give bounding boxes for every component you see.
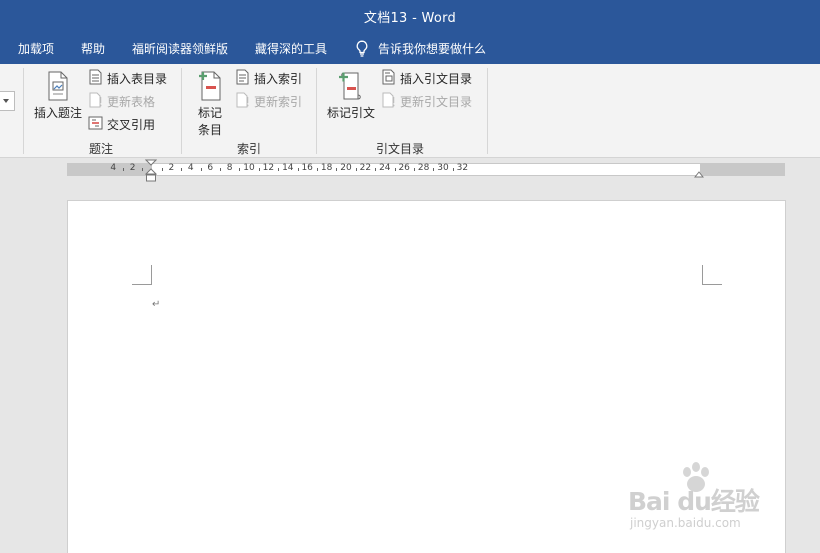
update-index-icon (235, 92, 250, 111)
ribbon-tabs: 加载项 帮助 福昕阅读器领鲜版 藏得深的工具 告诉我你想要做什么 (0, 32, 820, 64)
insert-index-icon (235, 69, 250, 88)
group-label-captions: 题注 (89, 142, 114, 156)
ruler-tick (181, 168, 183, 171)
right-indent-marker[interactable] (694, 166, 704, 178)
ruler-tick (394, 168, 396, 171)
margin-corner-top-right (702, 265, 722, 285)
update-toa-icon (381, 92, 396, 111)
ruler-tick (122, 168, 124, 171)
update-table-icon (88, 92, 103, 111)
ruler-label: 28 (417, 163, 430, 173)
word-window: 文档13 - Word 加载项 帮助 福昕阅读器领鲜版 藏得深的工具 告诉我你想… (0, 0, 820, 553)
insert-table-of-figures-label: 插入表目录 (107, 71, 168, 86)
horizontal-ruler[interactable]: 4 2 2 4 6 8 10 12 14 16 18 20 22 24 26 28 30 32 (67, 163, 785, 176)
update-table-label: 更新表格 (107, 94, 156, 109)
tab-help[interactable]: 帮助 (81, 40, 105, 57)
cross-reference-button[interactable]: 交叉引用 (88, 114, 155, 134)
ruler-label: 4 (187, 163, 194, 173)
style-dropdown[interactable] (0, 91, 15, 111)
paragraph-mark: ↵ (152, 299, 161, 310)
ruler-tick (336, 168, 338, 171)
insert-caption-icon (32, 70, 84, 102)
mark-citation-icon (324, 70, 378, 102)
update-table-button[interactable]: 更新表格 (88, 91, 155, 111)
update-index-label: 更新索引 (254, 94, 303, 109)
mark-entry-label-line1: 标记 (197, 106, 222, 120)
ruler-label: 18 (320, 163, 333, 173)
ruler-tick (433, 168, 435, 171)
ruler-label: 32 (456, 163, 469, 173)
update-index-button[interactable]: 更新索引 (235, 91, 302, 111)
ruler-tick (297, 168, 299, 171)
mark-citation-label: 标记引文 (326, 106, 375, 120)
watermark-brand: Bai du经验 (628, 487, 760, 516)
ruler-tick (258, 168, 260, 171)
tell-me-label: 告诉我你想要做什么 (378, 41, 487, 56)
ruler-label: 30 (437, 163, 449, 173)
mark-entry-icon (190, 70, 230, 102)
insert-index-button[interactable]: 插入索引 (235, 68, 302, 88)
ruler-tick (142, 168, 144, 171)
insert-caption-label: 插入题注 (33, 106, 82, 120)
insert-index-label: 插入索引 (254, 71, 303, 86)
mark-entry-button[interactable]: 标记 条目 (190, 70, 230, 138)
ruler-label: 16 (301, 163, 313, 173)
ruler-tick (219, 168, 221, 171)
ruler-label: 20 (340, 163, 352, 173)
first-line-indent-marker[interactable] (145, 159, 157, 185)
lightbulb-icon (355, 40, 369, 57)
group-separator (316, 68, 317, 154)
ruler-label: 6 (207, 163, 214, 173)
mark-citation-button[interactable]: 标记引文 (324, 70, 378, 121)
ruler-tick (316, 168, 318, 171)
table-of-figures-icon (88, 69, 103, 88)
ruler-label: 12 (262, 163, 275, 173)
baidu-watermark: Bai du经验 jingyan.baidu.com (628, 462, 778, 542)
ruler-right-margin (700, 164, 784, 175)
ruler-tick (355, 168, 357, 171)
ruler-tick (200, 168, 202, 171)
group-label-table-of-authorities: 引文目录 (376, 142, 425, 156)
insert-table-of-authorities-button[interactable]: 插入引文目录 (381, 68, 472, 88)
update-toa-label: 更新引文目录 (400, 94, 473, 109)
ruler-label: 24 (379, 163, 391, 173)
group-separator (23, 68, 24, 154)
insert-caption-button[interactable]: 插入题注 (32, 70, 84, 121)
window-title: 文档13 - Word (363, 11, 457, 26)
ruler-label: 4 (110, 163, 117, 173)
margin-corner-top-left (132, 265, 152, 285)
ruler-tick (161, 168, 163, 171)
ruler-tick (413, 168, 415, 171)
insert-toa-label: 插入引文目录 (400, 71, 473, 86)
insert-table-of-figures-button[interactable]: 插入表目录 (88, 68, 167, 88)
tab-foxit-reader[interactable]: 福昕阅读器领鲜版 (132, 40, 228, 57)
tab-addins[interactable]: 加载项 (18, 40, 54, 57)
cross-reference-label: 交叉引用 (107, 117, 156, 132)
title-bar: 文档13 - Word (0, 0, 820, 32)
mark-entry-label-line2: 条目 (197, 123, 222, 137)
ribbon-references: 插入题注 插入表目录 更新表格 交叉引用 题注 标记 条目 插入索引 更新索引 … (0, 64, 820, 158)
ruler-tick (375, 168, 377, 171)
ruler-label: 14 (282, 163, 294, 173)
chevron-down-icon (3, 99, 9, 103)
tell-me-search[interactable]: 告诉我你想要做什么 (355, 38, 486, 58)
cross-reference-icon (88, 115, 103, 134)
update-table-of-authorities-button[interactable]: 更新引文目录 (381, 91, 472, 111)
ruler-label: 8 (226, 163, 233, 173)
ruler-tick (452, 168, 454, 171)
ruler-label: 2 (129, 163, 136, 173)
ruler-tick (239, 168, 241, 171)
ruler-label: 2 (168, 163, 175, 173)
ruler-label: 22 (359, 163, 372, 173)
ruler-label: 10 (243, 163, 255, 173)
group-label-index: 索引 (237, 142, 262, 156)
group-separator (487, 68, 488, 154)
tab-hidden-tools[interactable]: 藏得深的工具 (255, 40, 327, 57)
ruler-label: 26 (398, 163, 410, 173)
group-separator (181, 68, 182, 154)
watermark-url: jingyan.baidu.com (630, 516, 741, 530)
insert-toa-icon (381, 69, 396, 88)
ruler-tick (278, 168, 280, 171)
